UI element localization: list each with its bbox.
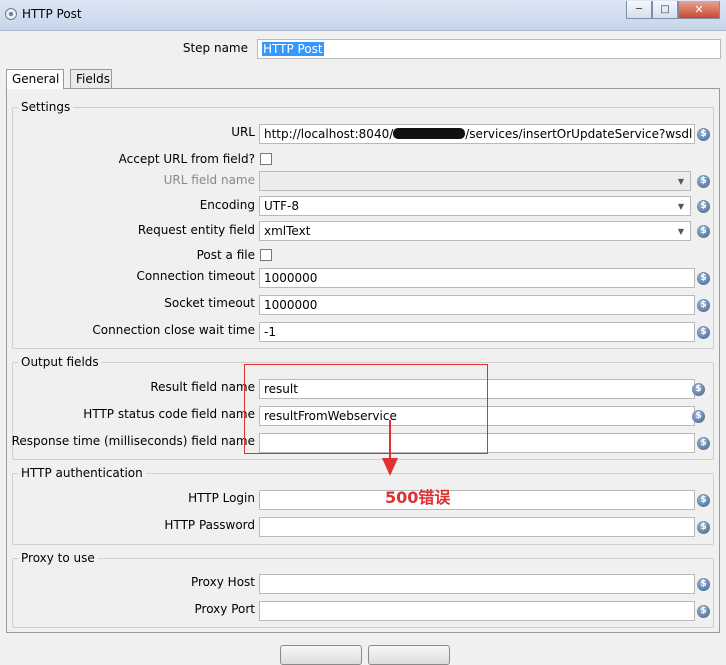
variable-dollar-icon[interactable]: $: [697, 521, 710, 534]
step-name-value: HTTP Post: [262, 42, 324, 56]
variable-dollar-icon[interactable]: $: [697, 605, 710, 618]
proxy-host-label: Proxy Host: [190, 575, 255, 589]
url-field-name-select[interactable]: ▼: [259, 171, 691, 191]
chevron-down-icon[interactable]: ▼: [674, 199, 688, 213]
socket-timeout-label: Socket timeout: [164, 296, 255, 310]
accept-url-from-field-label: Accept URL from field?: [118, 152, 255, 166]
maximize-button[interactable]: □: [652, 1, 678, 19]
encoding-select[interactable]: UTF-8 ▼: [259, 196, 691, 216]
connection-timeout-label: Connection timeout: [136, 269, 255, 283]
post-a-file-checkbox[interactable]: [260, 249, 272, 261]
variable-dollar-icon[interactable]: $: [697, 200, 710, 213]
post-a-file-label: Post a file: [196, 248, 255, 262]
variable-dollar-icon[interactable]: $: [697, 272, 710, 285]
variable-dollar-icon[interactable]: $: [697, 326, 710, 339]
proxy-port-label: Proxy Port: [194, 602, 255, 616]
url-label: URL: [231, 125, 255, 139]
variable-dollar-icon[interactable]: $: [697, 578, 710, 591]
output-fields-legend: Output fields: [18, 355, 102, 369]
app-icon: [5, 8, 17, 20]
http-login-label: HTTP Login: [188, 491, 255, 505]
minimize-icon: ─: [635, 3, 643, 15]
tab-general[interactable]: General: [6, 69, 64, 89]
socket-timeout-value: 1000000: [264, 298, 318, 312]
minimize-button[interactable]: ─: [626, 1, 652, 19]
response-time-field-name-label: Response time (milliseconds) field name: [11, 434, 255, 448]
redacted-segment: [393, 128, 466, 139]
tab-fields-label: Fields: [76, 72, 110, 86]
url-value-prefix: http://localhost:8040/: [264, 127, 394, 141]
socket-timeout-input[interactable]: 1000000: [259, 295, 695, 315]
variable-dollar-icon[interactable]: $: [692, 383, 705, 396]
variable-dollar-icon[interactable]: $: [697, 494, 710, 507]
encoding-label: Encoding: [199, 198, 255, 212]
http-password-input[interactable]: [259, 517, 695, 537]
variable-dollar-icon[interactable]: $: [692, 410, 705, 423]
close-button[interactable]: ✕: [678, 1, 720, 19]
encoding-value: UTF-8: [264, 199, 299, 213]
window-title: HTTP Post: [22, 7, 82, 21]
variable-dollar-icon[interactable]: $: [697, 175, 710, 188]
annotation-highlight-box: [244, 364, 488, 454]
request-entity-field-value: xmlText: [264, 224, 311, 238]
http-authentication-legend: HTTP authentication: [18, 466, 146, 480]
connection-timeout-value: 1000000: [264, 271, 318, 285]
http-login-input[interactable]: [259, 490, 695, 510]
url-field-name-label: URL field name: [163, 173, 255, 187]
connection-timeout-input[interactable]: 1000000: [259, 268, 695, 288]
variable-dollar-icon[interactable]: $: [697, 128, 710, 141]
proxy-legend: Proxy to use: [18, 551, 98, 565]
accept-url-from-field-checkbox[interactable]: [260, 153, 272, 165]
chevron-down-icon[interactable]: ▼: [674, 174, 688, 188]
proxy-host-input[interactable]: [259, 574, 695, 594]
variable-dollar-icon[interactable]: $: [697, 299, 710, 312]
result-field-name-label: Result field name: [150, 380, 255, 394]
window-controls: ─ □ ✕: [626, 1, 720, 19]
annotation-arrow-head-icon: [382, 458, 398, 476]
tab-fields[interactable]: Fields: [70, 69, 112, 89]
cancel-button[interactable]: [368, 645, 450, 665]
close-icon: ✕: [694, 3, 704, 16]
step-name-input[interactable]: HTTP Post: [257, 39, 721, 59]
ok-button[interactable]: [280, 645, 362, 665]
http-status-code-field-name-label: HTTP status code field name: [83, 407, 255, 421]
settings-legend: Settings: [18, 100, 74, 114]
title-bar: HTTP Post ─ □ ✕: [0, 0, 726, 31]
request-entity-field-label: Request entity field: [137, 223, 255, 237]
variable-dollar-icon[interactable]: $: [697, 225, 710, 238]
connection-close-wait-time-value: -1: [264, 325, 276, 339]
http-password-label: HTTP Password: [164, 518, 255, 532]
connection-close-wait-time-label: Connection close wait time: [92, 323, 255, 337]
proxy-port-input[interactable]: [259, 601, 695, 621]
annotation-arrow-shaft: [389, 420, 391, 460]
annotation-text: 500错误: [385, 488, 451, 507]
variable-dollar-icon[interactable]: $: [697, 437, 710, 450]
maximize-icon: □: [660, 3, 670, 15]
request-entity-field-select[interactable]: xmlText ▼: [259, 221, 691, 241]
url-value-suffix: /services/insertOrUpdateService?wsdl: [465, 127, 693, 141]
tab-general-label: General: [12, 72, 60, 86]
connection-close-wait-time-input[interactable]: -1: [259, 322, 695, 342]
chevron-down-icon[interactable]: ▼: [674, 224, 688, 238]
step-name-label: Step name: [182, 41, 248, 55]
url-input[interactable]: http://localhost:8040/ /services/insertOr…: [259, 124, 695, 144]
